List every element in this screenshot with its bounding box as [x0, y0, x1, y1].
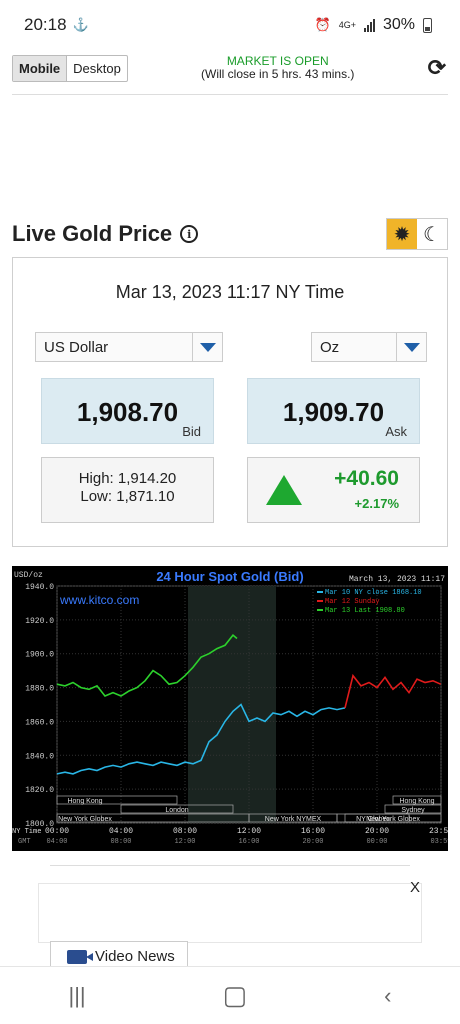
android-nav-bar: ||| ▢ ‹ — [0, 966, 460, 1024]
session-label: New York Globex — [58, 816, 112, 823]
mobile-button[interactable]: Mobile — [13, 55, 68, 81]
page-title: Live Gold Price — [12, 221, 173, 246]
chart-timestamp: March 13, 2023 11:17 — [349, 575, 445, 584]
status-bar: 20:18 ⚓ ⏰ 4G+ 30% — [0, 0, 460, 50]
unit-select[interactable]: Oz — [311, 332, 427, 362]
desktop-button[interactable]: Desktop — [67, 56, 127, 81]
chart-watermark: www.kitco.com — [59, 593, 139, 607]
divider — [50, 865, 410, 866]
close-icon[interactable]: X — [410, 879, 420, 896]
chart-svg: Hong Kong London New York Globex New York N… — [12, 569, 448, 846]
change-box: +40.60 +2.17% — [247, 457, 420, 523]
x-tick-label: 04:00 — [109, 827, 133, 836]
price-datetime: Mar 13, 2023 11:17 NY Time — [115, 282, 345, 302]
change-value: +40.60 — [334, 467, 399, 490]
session-label: Sydney — [401, 807, 425, 814]
bid-box: 1,908.70 Bid — [41, 378, 214, 444]
y-tick-label: 1840.0 — [25, 752, 54, 761]
bid-label: Bid — [182, 424, 201, 439]
price-panel: Mar 13, 2023 11:17 NY Time US Dollar Oz … — [12, 257, 448, 547]
network-type-icon: 4G+ — [338, 19, 356, 30]
chevron-down-icon — [192, 333, 222, 361]
y-tick-label: 1820.0 — [25, 786, 54, 795]
chevron-down-icon — [396, 333, 426, 361]
y-tick-label: 1880.0 — [25, 685, 54, 694]
site-topbar: Mobile Desktop MARKET IS OPEN (Will clos… — [0, 50, 460, 86]
back-icon[interactable]: ‹ — [384, 983, 391, 1009]
y-tick-label: 1940.0 — [25, 583, 54, 592]
x-gmt-tick-label: 16:00 — [238, 838, 259, 846]
title-row: Live Gold Price i ✹ ☾ — [12, 214, 448, 254]
market-close-text: (Will close in 5 hrs. 43 mins.) — [201, 67, 355, 81]
notification-icon: ⚓ — [72, 17, 89, 32]
unit-value: Oz — [320, 338, 340, 356]
video-news-label: Video News — [95, 948, 175, 965]
x-gmt-tick-label: 04:00 — [46, 838, 67, 846]
sun-icon[interactable]: ✹ — [387, 219, 417, 249]
ny-session-shade — [188, 586, 276, 823]
session-label: New York Globex — [366, 816, 420, 823]
x-gmt-tick-label: 00:00 — [366, 838, 387, 846]
alarm-icon: ⏰ — [314, 17, 331, 32]
theme-toggle: ✹ ☾ — [386, 218, 448, 250]
ask-box: 1,909.70 Ask — [247, 378, 420, 444]
status-time: 20:18 — [24, 15, 67, 34]
session-label: London — [165, 807, 188, 814]
ny-time-label: NY Time — [12, 828, 41, 836]
home-icon[interactable]: ▢ — [223, 980, 248, 1011]
market-status: MARKET IS OPEN (Will close in 5 hrs. 43 … — [201, 55, 354, 81]
x-gmt-tick-label: 03:59 — [430, 838, 448, 846]
view-toggle: Mobile Desktop — [12, 54, 128, 82]
high-low-box: High: 1,914.20 Low: 1,871.10 — [41, 457, 214, 523]
chart-title: 24 Hour Spot Gold (Bid) — [156, 569, 303, 584]
x-gmt-tick-label: 12:00 — [174, 838, 195, 846]
change-percent: +2.17% — [354, 496, 399, 511]
x-gmt-tick-label: 08:00 — [110, 838, 131, 846]
x-tick-label: 16:00 — [301, 827, 325, 836]
session-label: New York NYMEX — [265, 816, 322, 823]
legend-entry: Mar 10 NY close 1868.10 — [325, 589, 422, 597]
battery-percent: 30% — [382, 16, 415, 33]
y-tick-label: 1860.0 — [25, 718, 54, 727]
video-camera-icon — [67, 949, 93, 964]
x-tick-label: 12:00 — [237, 827, 261, 836]
legend-entry: Mar 13 Last 1908.80 — [325, 607, 405, 615]
session-label: Hong Kong — [67, 798, 102, 805]
recents-icon[interactable]: ||| — [68, 983, 85, 1009]
x-tick-label: 20:00 — [365, 827, 389, 836]
x-gmt-tick-label: 20:00 — [302, 838, 323, 846]
y-tick-label: 1920.0 — [25, 617, 54, 626]
divider — [12, 94, 448, 95]
x-tick-label: 00:00 — [45, 827, 69, 836]
x-tick-label: 08:00 — [173, 827, 197, 836]
ad-banner[interactable] — [38, 883, 422, 943]
chart-unit-label: USD/oz — [14, 571, 43, 580]
refresh-icon[interactable]: ⟳ — [428, 55, 446, 81]
x-tick-label: 23:59 — [429, 827, 448, 836]
high-value: High: 1,914.20 — [78, 470, 177, 487]
low-value: Low: 1,871.10 — [80, 488, 175, 505]
signal-icon — [363, 18, 375, 32]
moon-icon[interactable]: ☾ — [417, 219, 447, 249]
ask-label: Ask — [385, 424, 407, 439]
battery-icon — [423, 17, 432, 33]
session-label: Hong Kong — [399, 798, 434, 805]
gmt-label: GMT — [18, 838, 31, 846]
up-arrow-icon — [266, 475, 302, 505]
currency-value: US Dollar — [44, 338, 109, 356]
y-tick-label: 1900.0 — [25, 651, 54, 660]
info-icon[interactable]: i — [180, 225, 199, 243]
spot-gold-chart[interactable]: Hong Kong London New York Globex New York N… — [12, 566, 448, 851]
legend-entry: Mar 12 Sunday — [325, 598, 380, 606]
currency-select[interactable]: US Dollar — [35, 332, 223, 362]
